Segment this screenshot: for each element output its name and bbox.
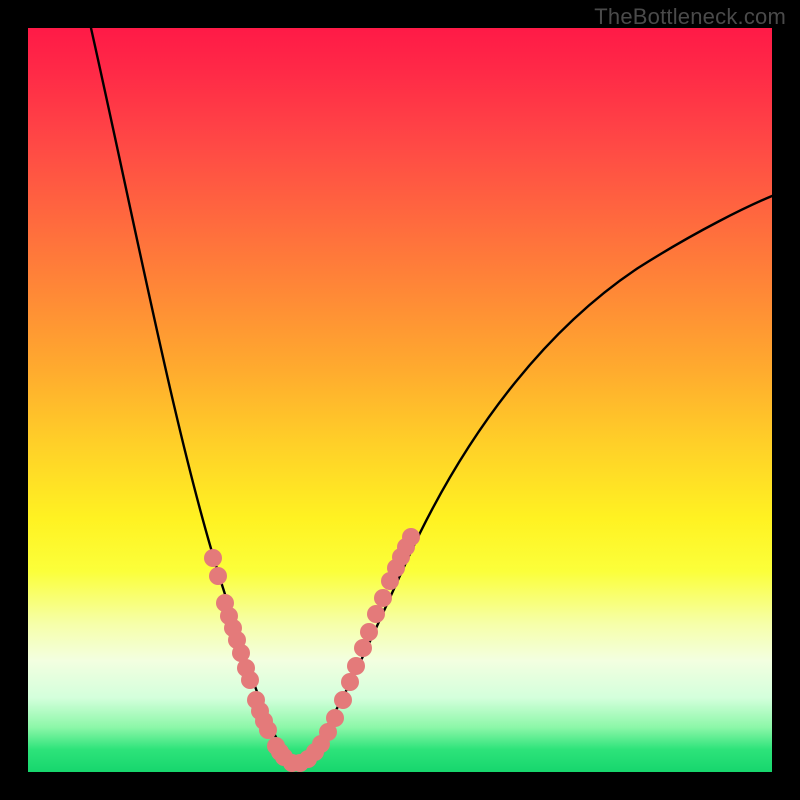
outer-frame: TheBottleneck.com — [0, 0, 800, 800]
watermark-text: TheBottleneck.com — [594, 4, 786, 30]
bottleneck-curve — [91, 28, 772, 764]
plot-area — [28, 28, 772, 772]
marker-dot — [367, 605, 385, 623]
marker-dot — [334, 691, 352, 709]
marker-dot — [259, 721, 277, 739]
marker-dot — [374, 589, 392, 607]
marker-dot — [360, 623, 378, 641]
marker-dot — [204, 549, 222, 567]
marker-dot — [241, 671, 259, 689]
marker-dot — [341, 673, 359, 691]
marker-dot — [209, 567, 227, 585]
chart-svg — [28, 28, 772, 772]
marker-dot — [354, 639, 372, 657]
marker-dot — [402, 528, 420, 546]
highlight-dots — [204, 528, 420, 772]
marker-dot — [326, 709, 344, 727]
marker-dot — [347, 657, 365, 675]
